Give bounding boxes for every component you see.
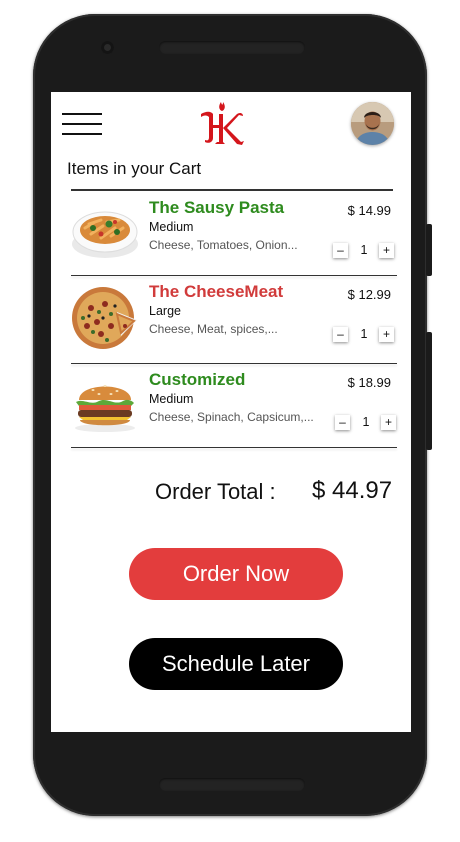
cart-item: Customized Medium Cheese, Spinach, Capsi… xyxy=(71,364,397,448)
increase-quantity-button[interactable]: + xyxy=(381,415,396,430)
item-name: Customized xyxy=(149,370,246,389)
item-description: Cheese, Spinach, Capsicum,... xyxy=(149,410,314,424)
item-description: Cheese, Meat, spices,... xyxy=(149,322,278,336)
power-button xyxy=(426,224,432,276)
item-size: Medium xyxy=(149,220,194,234)
item-name: The Sausy Pasta xyxy=(149,198,285,217)
volume-button xyxy=(426,332,432,450)
hamburger-menu-icon[interactable] xyxy=(62,113,102,135)
user-avatar[interactable] xyxy=(351,102,394,145)
pizza-image xyxy=(72,287,137,349)
decrease-quantity-button[interactable]: – xyxy=(333,243,348,258)
divider xyxy=(71,189,393,191)
earpiece-speaker xyxy=(159,41,305,54)
item-size: Large xyxy=(149,304,181,318)
item-price: $ 18.99 xyxy=(347,375,391,390)
quantity-value: 1 xyxy=(360,327,368,341)
order-total-value: $ 44.97 xyxy=(312,477,393,504)
hk-logo-icon xyxy=(201,102,244,145)
item-size: Medium xyxy=(149,392,194,406)
bottom-speaker xyxy=(159,778,305,791)
cart-item: The Sausy Pasta Medium Cheese, Tomatoes,… xyxy=(71,192,397,276)
order-total-label: Order Total : xyxy=(155,479,276,504)
divider xyxy=(71,446,397,448)
schedule-later-button[interactable]: Schedule Later xyxy=(129,638,343,690)
decrease-quantity-button[interactable]: – xyxy=(333,327,348,342)
front-camera-icon xyxy=(101,41,114,54)
item-name: The CheeseMeat xyxy=(149,282,284,301)
item-price: $ 14.99 xyxy=(347,203,391,218)
burger-image xyxy=(75,385,135,432)
app-screen: Items in your Cart The Sausy Pasta Mediu… xyxy=(51,92,411,732)
item-description: Cheese, Tomatoes, Onion... xyxy=(149,238,298,252)
quantity-value: 1 xyxy=(362,415,370,429)
cart-item: The CheeseMeat Large Cheese, Meat, spice… xyxy=(71,276,397,364)
pasta-image xyxy=(72,211,138,258)
cart-title: Items in your Cart xyxy=(67,159,202,178)
order-now-button[interactable]: Order Now xyxy=(129,548,343,600)
quantity-value: 1 xyxy=(360,243,368,257)
increase-quantity-button[interactable]: + xyxy=(379,327,394,342)
item-price: $ 12.99 xyxy=(347,287,391,302)
increase-quantity-button[interactable]: + xyxy=(379,243,394,258)
decrease-quantity-button[interactable]: – xyxy=(335,415,350,430)
